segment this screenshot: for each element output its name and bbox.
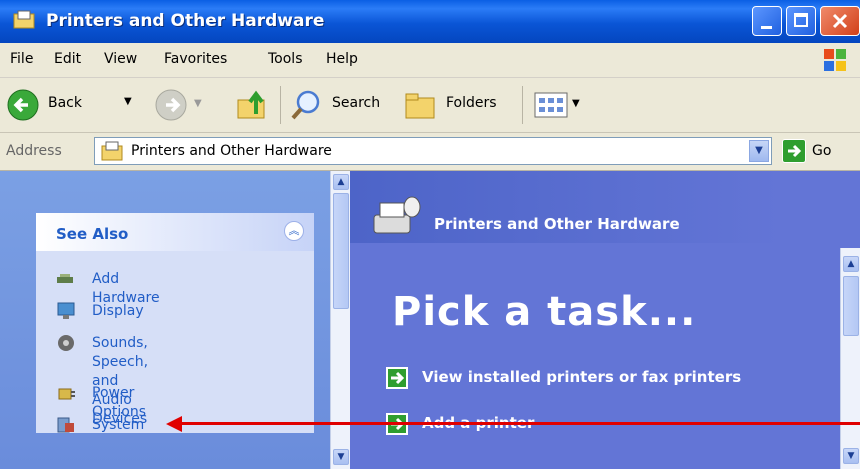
scroll-thumb[interactable] [843,276,859,336]
see-also-panel: See Also ︽ Add Hardware Display Sounds, … [36,213,314,433]
toolbar-separator [280,86,281,124]
menu-view[interactable]: View [104,51,137,67]
display-icon [57,302,75,319]
menu-bar: File Edit View Favorites Tools Help [0,43,860,78]
printer-folder-icon [101,141,123,161]
task-label: View installed printers or fax printers [422,368,742,386]
see-also-label: Display [92,303,144,319]
address-input[interactable]: Printers and Other Hardware ▼ [94,137,772,165]
scroll-thumb[interactable] [333,193,349,309]
views-dropdown-icon: ▼ [572,98,580,109]
explorer-window: Printers and Other Hardware File Edit Vi… [0,0,860,469]
scroll-down-icon[interactable]: ▼ [843,448,859,464]
power-options-icon [58,388,75,400]
views-button[interactable]: ▼ [534,92,590,120]
menu-tools[interactable]: Tools [268,51,303,67]
maximize-button[interactable] [786,6,816,36]
back-dropdown-icon: ▼ [124,96,132,107]
minimize-button[interactable] [752,6,782,36]
search-label: Search [332,95,381,111]
back-button[interactable]: Back ▼ [6,84,138,126]
annotation-arrow-line [180,422,860,425]
menu-file[interactable]: File [10,51,33,67]
close-button[interactable] [820,6,860,36]
printer-folder-icon [13,10,35,29]
window-title: Printers and Other Hardware [46,11,325,31]
folders-button[interactable]: Folders [404,84,514,126]
forward-arrow-icon [155,89,187,121]
folders-icon [405,93,435,119]
system-icon [57,417,74,433]
address-label: Address [6,143,62,159]
printer-mouse-icon [373,196,421,234]
scroll-down-icon[interactable]: ▼ [333,449,349,465]
standard-toolbar: Back ▼ ▼ Search Folders ▼ [0,78,860,133]
pick-a-task-heading: Pick a task... [392,289,697,335]
title-bar[interactable]: Printers and Other Hardware [0,0,860,43]
go-arrow-icon [788,144,802,158]
back-arrow-icon [7,89,39,121]
category-header: Printers and Other Hardware [350,171,780,243]
chevron-down-icon[interactable]: ▼ [749,140,769,162]
windows-logo-icon [824,49,846,71]
menu-help[interactable]: Help [326,51,358,67]
add-hardware-icon [57,274,73,283]
search-button[interactable]: Search [290,84,390,126]
see-also-header[interactable]: See Also ︽ [36,213,314,251]
scroll-up-icon[interactable]: ▲ [843,256,859,272]
search-icon [291,90,320,120]
green-arrow-icon [386,367,408,389]
back-label: Back [48,95,82,111]
maximize-icon [794,13,808,27]
forward-button[interactable]: ▼ [154,88,204,124]
address-value: Printers and Other Hardware [131,143,332,159]
category-title: Printers and Other Hardware [434,215,680,233]
minimize-icon [761,26,772,29]
collapse-chevron-icon[interactable]: ︽ [284,221,304,241]
toolbar-separator [522,86,523,124]
up-folder-icon[interactable] [236,88,270,122]
see-also-title: See Also [56,225,129,243]
go-button[interactable] [782,139,806,163]
menu-favorites[interactable]: Favorites [164,51,227,67]
forward-dropdown-icon: ▼ [194,98,202,109]
content-scrollbar[interactable]: ▲ ▼ [840,248,860,469]
see-also-label: System [92,417,145,433]
scroll-up-icon[interactable]: ▲ [333,174,349,190]
speaker-icon [58,335,74,351]
annotation-arrowhead [166,416,182,432]
go-label[interactable]: Go [812,143,831,159]
menu-edit[interactable]: Edit [54,51,81,67]
views-icon [534,92,568,118]
folders-label: Folders [446,95,497,111]
close-icon [832,13,848,29]
address-bar: Address Printers and Other Hardware ▼ Go [0,133,860,171]
